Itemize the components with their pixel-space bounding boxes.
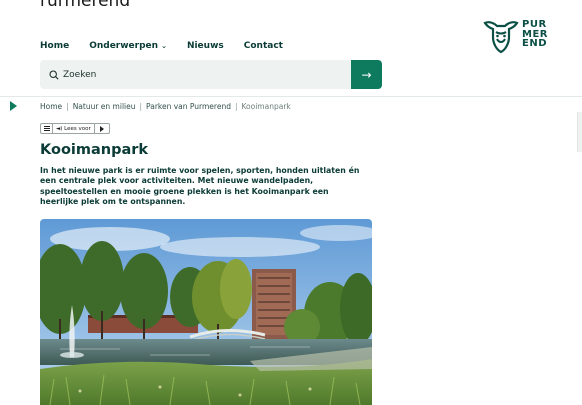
breadcrumb-parken[interactable]: Parken van Purmerend — [146, 102, 231, 111]
readspeaker-listen-button[interactable]: ◄) Lees voor — [53, 124, 95, 133]
side-panel-tab[interactable] — [577, 112, 582, 152]
breadcrumb-separator: | — [66, 102, 69, 111]
search-icon — [49, 69, 59, 80]
breadcrumb-separator: | — [139, 102, 143, 111]
nav-item-onderwerpen[interactable]: Onderwerpen ⌄ — [89, 39, 167, 53]
play-icon — [99, 125, 104, 132]
nav-item-contact[interactable]: Contact — [244, 39, 283, 53]
search-submit-button[interactable]: → — [351, 60, 382, 89]
search-input[interactable] — [63, 69, 313, 80]
cow-head-icon — [483, 21, 519, 54]
chevron-down-icon: ⌄ — [161, 42, 167, 50]
readspeaker-play-button[interactable] — [95, 124, 109, 133]
play-marker-icon — [10, 101, 17, 111]
readspeaker-menu-button[interactable] — [41, 124, 53, 133]
breadcrumb-current: Kooimanpark — [241, 102, 291, 111]
purmerend-logo[interactable]: PUR MER END — [482, 17, 578, 57]
breadcrumb-home[interactable]: Home — [40, 102, 62, 111]
search-field-wrapper — [40, 60, 351, 89]
nav-item-nieuws[interactable]: Nieuws — [187, 39, 224, 53]
breadcrumb-natuur-en-milieu[interactable]: Natuur en milieu — [73, 102, 136, 111]
nav-item-home[interactable]: Home — [40, 39, 69, 53]
breadcrumb: Home | Natuur en milieu | Parken van Pur… — [40, 102, 291, 111]
menu-icon — [43, 126, 50, 131]
page-title: Kooimanpark — [40, 142, 149, 158]
search-bar: → — [40, 60, 382, 89]
header-divider — [0, 96, 582, 97]
main-nav: Home Onderwerpen ⌄ Nieuws Contact — [40, 39, 303, 53]
arrow-right-icon: → — [361, 67, 372, 82]
intro-text: In het nieuwe park is er ruimte voor spe… — [40, 166, 360, 206]
breadcrumb-separator: | — [234, 102, 238, 111]
hero-park-photo — [40, 219, 372, 405]
logo-wordmark: PUR MER END — [522, 19, 548, 49]
top-cropped-text: rurmerend — [40, 0, 131, 11]
readspeaker-widget: ◄) Lees voor — [40, 123, 110, 134]
speaker-icon: ◄) — [56, 125, 65, 132]
